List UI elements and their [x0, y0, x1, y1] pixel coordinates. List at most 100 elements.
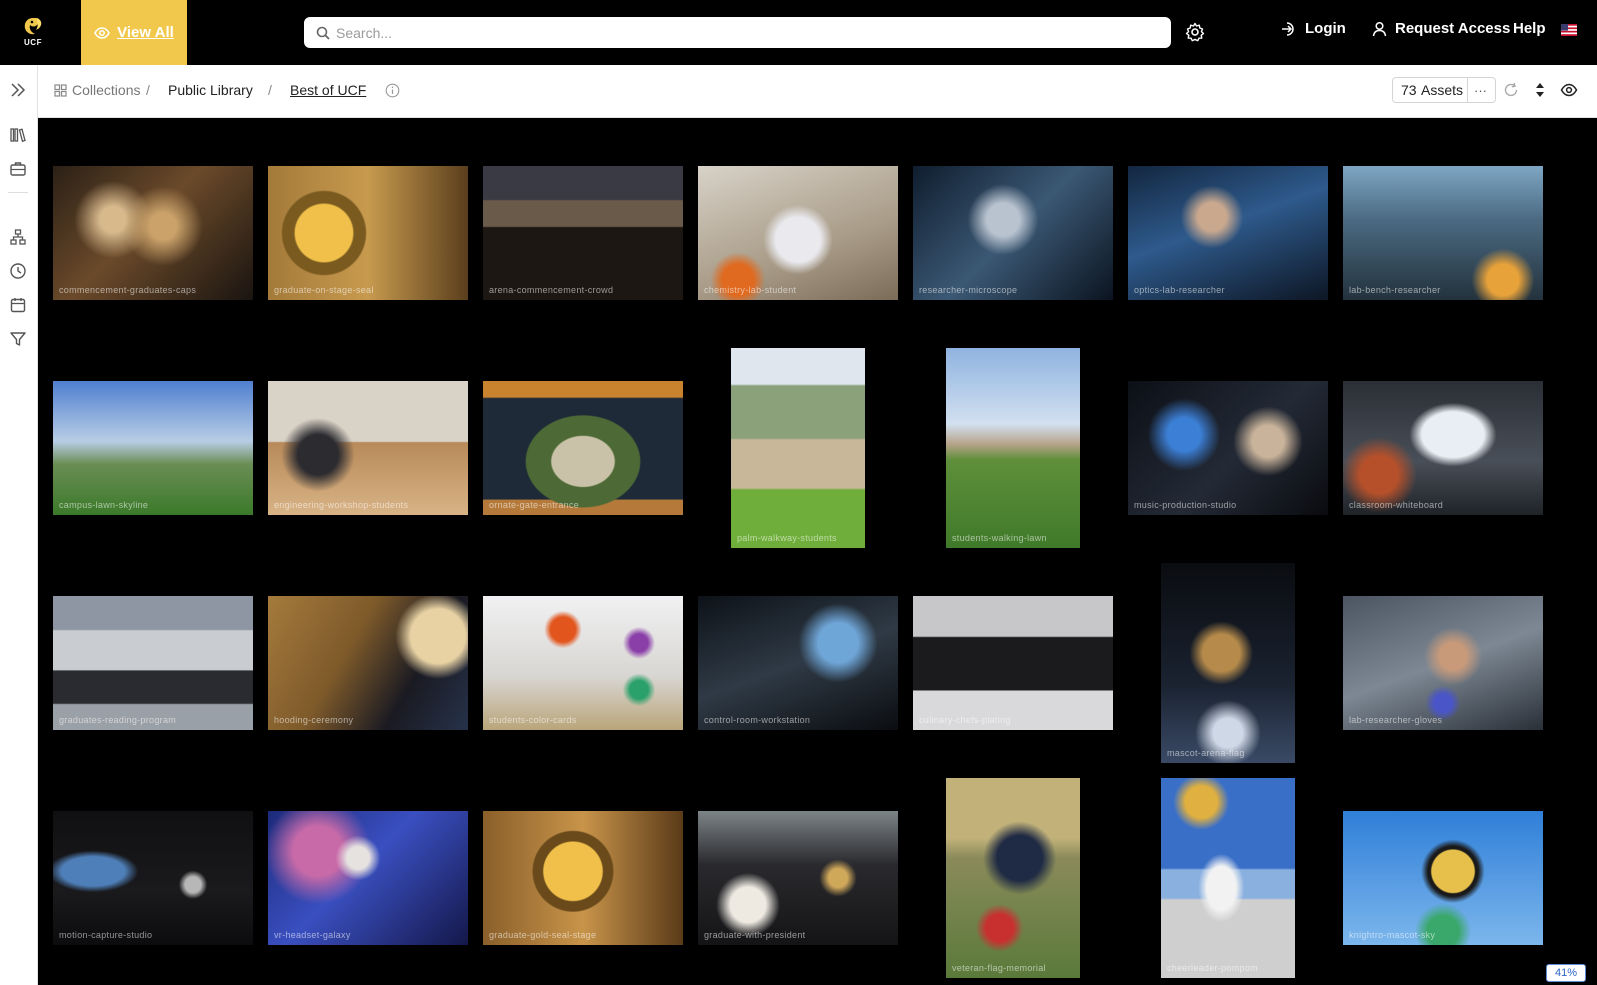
rail-divider: [8, 192, 28, 193]
refresh-icon[interactable]: [1502, 81, 1520, 99]
briefcase-icon[interactable]: [9, 160, 27, 178]
photo-tag-graduate-gold-seal-stage: graduate-gold-seal-stage: [489, 930, 597, 940]
login-button[interactable]: Login: [1281, 20, 1346, 37]
eye-icon: [94, 26, 110, 39]
photo-tile[interactable]: palm-walkway-students: [731, 348, 865, 548]
photo-tag-chemistry-lab-student: chemistry-lab-student: [704, 285, 797, 295]
photo-tag-students-color-cards: students-color-cards: [489, 715, 577, 725]
search-input[interactable]: [336, 24, 1156, 41]
logo-text: UCF: [24, 38, 42, 47]
photo-tile[interactable]: vr-headset-galaxy: [268, 811, 468, 945]
help-label: Help: [1513, 20, 1546, 37]
sort-icon[interactable]: [1531, 81, 1549, 99]
clock-icon[interactable]: [9, 262, 27, 280]
photo-tag-students-walking-lawn: students-walking-lawn: [952, 533, 1047, 543]
photo-tag-lab-bench-researcher: lab-bench-researcher: [1349, 285, 1441, 295]
photo-tag-arena-commencement-crowd: arena-commencement-crowd: [489, 285, 614, 295]
breadcrumb-collections[interactable]: Collections: [54, 82, 140, 98]
photo-tile[interactable]: ornate-gate-entrance: [483, 381, 683, 515]
breadcrumb-public-library[interactable]: Public Library: [168, 82, 253, 98]
photo-tag-graduate-on-stage-seal: graduate-on-stage-seal: [274, 285, 374, 295]
gear-icon[interactable]: [1185, 22, 1205, 42]
photo-tag-researcher-microscope: researcher-microscope: [919, 285, 1018, 295]
expand-chevrons-icon[interactable]: [9, 81, 27, 99]
info-icon[interactable]: [385, 83, 400, 98]
photo-tile[interactable]: motion-capture-studio: [53, 811, 253, 945]
photo-tile[interactable]: chemistry-lab-student: [698, 166, 898, 300]
breadcrumb-bar: Collections / Public Library / Best of U…: [38, 65, 1597, 118]
request-access-label: Request Access: [1395, 20, 1511, 37]
asset-count: 73: [1401, 82, 1417, 98]
login-icon: [1282, 21, 1294, 36]
photo-tile[interactable]: control-room-workstation: [698, 596, 898, 730]
photo-tag-hooding-ceremony: hooding-ceremony: [274, 715, 354, 725]
photo-tag-music-production-studio: music-production-studio: [1134, 500, 1237, 510]
photo-tag-commencement-graduates-caps: commencement-graduates-caps: [59, 285, 197, 295]
photo-tile[interactable]: researcher-microscope: [913, 166, 1113, 300]
photo-tag-ornate-gate-entrance: ornate-gate-entrance: [489, 500, 580, 510]
photo-tile[interactable]: campus-lawn-skyline: [53, 381, 253, 515]
photo-tag-classroom-whiteboard: classroom-whiteboard: [1349, 500, 1444, 510]
photo-tile[interactable]: commencement-graduates-caps: [53, 166, 253, 300]
photo-tile[interactable]: lab-researcher-gloves: [1343, 596, 1543, 730]
photo-tile[interactable]: arena-commencement-crowd: [483, 166, 683, 300]
photo-tag-optics-lab-researcher: optics-lab-researcher: [1134, 285, 1225, 295]
photo-tile[interactable]: hooding-ceremony: [268, 596, 468, 730]
asset-count-badge[interactable]: 73 Assets ···: [1392, 77, 1496, 103]
photo-tag-motion-capture-studio: motion-capture-studio: [59, 930, 153, 940]
photo-tag-knightro-mascot-sky: knightro-mascot-sky: [1349, 930, 1436, 940]
photo-tile[interactable]: graduates-reading-program: [53, 596, 253, 730]
photo-tile[interactable]: veteran-flag-memorial: [946, 778, 1080, 978]
photo-tile[interactable]: music-production-studio: [1128, 381, 1328, 515]
hierarchy-icon[interactable]: [9, 228, 27, 246]
photo-tag-lab-researcher-gloves: lab-researcher-gloves: [1349, 715, 1443, 725]
photo-tile[interactable]: lab-bench-researcher: [1343, 166, 1543, 300]
breadcrumb-collections-label: Collections: [72, 82, 141, 98]
photo-tile[interactable]: cheerleader-pompom: [1161, 778, 1295, 978]
pegasus-logo-icon: [24, 18, 42, 35]
photo-tag-engineering-workshop-students: engineering-workshop-students: [274, 500, 409, 510]
photo-tile[interactable]: optics-lab-researcher: [1128, 166, 1328, 300]
breadcrumb-best-of-ucf[interactable]: Best of UCF: [290, 82, 366, 98]
photo-tag-cheerleader-pompom: cheerleader-pompom: [1167, 963, 1258, 973]
photo-tag-control-room-workstation: control-room-workstation: [704, 715, 811, 725]
photo-tile[interactable]: graduate-with-president: [698, 811, 898, 945]
user-icon: [1372, 21, 1387, 36]
photo-tile[interactable]: students-walking-lawn: [946, 348, 1080, 548]
photo-tag-palm-walkway-students: palm-walkway-students: [737, 533, 837, 543]
photo-tag-mascot-arena-flag: mascot-arena-flag: [1167, 748, 1245, 758]
photo-tag-campus-lawn-skyline: campus-lawn-skyline: [59, 500, 149, 510]
photo-tag-culinary-chefs-plating: culinary-chefs-plating: [919, 715, 1011, 725]
zoom-level-indicator: 41%: [1546, 964, 1586, 982]
breadcrumb-separator: /: [268, 82, 272, 98]
search-icon: [316, 26, 330, 40]
collections-grid-icon: [54, 83, 67, 97]
view-all-button[interactable]: View All: [81, 0, 187, 65]
filter-icon[interactable]: [9, 330, 27, 348]
more-options-button[interactable]: ···: [1467, 78, 1493, 102]
calendar-icon[interactable]: [9, 296, 27, 314]
photo-tile[interactable]: engineering-workshop-students: [268, 381, 468, 515]
breadcrumb-separator: /: [146, 82, 150, 98]
login-label: Login: [1305, 20, 1346, 37]
assets-label: Assets: [1421, 82, 1464, 98]
ucf-logo[interactable]: UCF: [18, 14, 48, 50]
request-access-button[interactable]: Request Access: [1372, 20, 1510, 37]
us-flag-icon[interactable]: [1561, 24, 1577, 36]
photo-tile[interactable]: graduate-on-stage-seal: [268, 166, 468, 300]
photo-tag-graduates-reading-program: graduates-reading-program: [59, 715, 177, 725]
help-link[interactable]: Help: [1513, 20, 1546, 37]
view-all-label: View All: [117, 24, 174, 41]
top-bar: UCF View All Login Request Access: [0, 0, 1597, 65]
photo-tile[interactable]: mascot-arena-flag: [1161, 563, 1295, 763]
photo-tag-vr-headset-galaxy: vr-headset-galaxy: [274, 930, 351, 940]
photo-tile[interactable]: culinary-chefs-plating: [913, 596, 1113, 730]
visibility-eye-icon[interactable]: [1560, 81, 1578, 99]
photo-tile[interactable]: classroom-whiteboard: [1343, 381, 1543, 515]
library-icon[interactable]: [9, 126, 27, 144]
search-box[interactable]: [304, 17, 1171, 48]
photo-tile[interactable]: graduate-gold-seal-stage: [483, 811, 683, 945]
photo-tile[interactable]: knightro-mascot-sky: [1343, 811, 1543, 945]
photo-tag-graduate-with-president: graduate-with-president: [704, 930, 806, 940]
photo-tile[interactable]: students-color-cards: [483, 596, 683, 730]
